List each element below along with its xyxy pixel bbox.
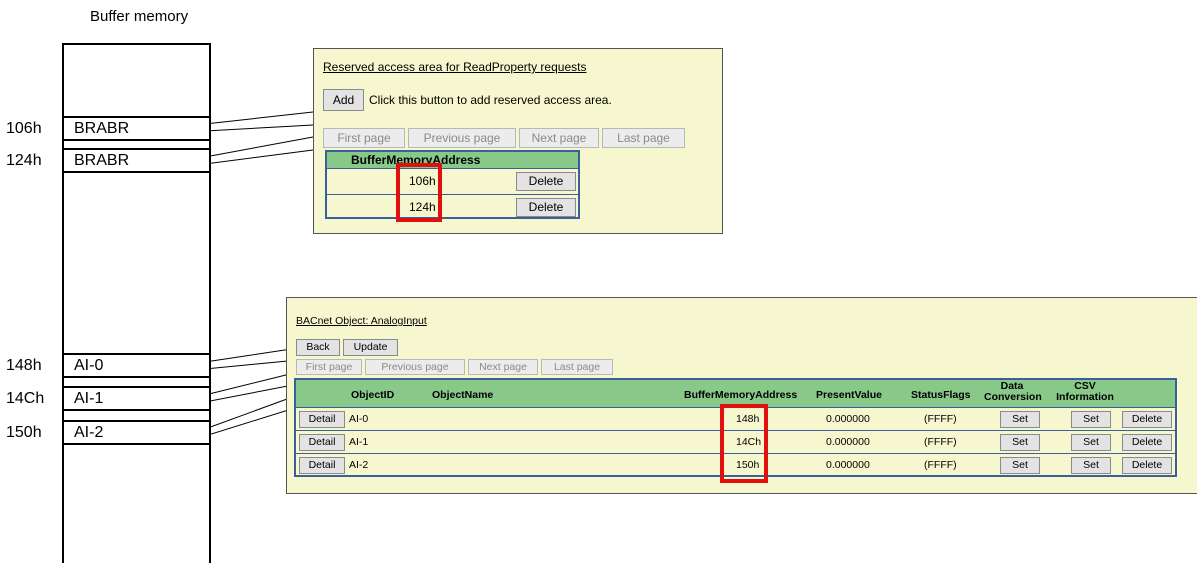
status-flags: (FFFF) (924, 436, 957, 448)
memory-address: 124h (6, 152, 42, 169)
delete-button[interactable]: Delete (1122, 434, 1172, 451)
last-page-button[interactable]: Last page (602, 128, 685, 148)
update-button[interactable]: Update (343, 339, 398, 356)
memory-cell: AI-0 (62, 353, 211, 378)
address-highlight (720, 404, 768, 483)
delete-button[interactable]: Delete (516, 198, 576, 217)
next-page-button[interactable]: Next page (519, 128, 599, 148)
callout-124h-b (192, 149, 314, 165)
memory-cell: AI-2 (62, 420, 211, 445)
memory-address: 148h (6, 357, 42, 374)
status-flags-header: StatusFlags (911, 389, 971, 401)
csv-set-button[interactable]: Set (1071, 457, 1111, 474)
memory-cell: AI-1 (62, 386, 211, 411)
reserved-address-table: BufferMemoryAddress 106h Delete 124h Del… (325, 150, 580, 219)
reserved-access-title[interactable]: Reserved access area for ReadProperty re… (323, 60, 586, 74)
object-id: AI-0 (349, 413, 369, 425)
reserved-access-panel: Reserved access area for ReadProperty re… (313, 48, 723, 234)
objectid-header: ObjectID (351, 389, 395, 401)
data-conversion-set-button[interactable]: Set (1000, 457, 1040, 474)
column-header: BufferMemoryAddress (327, 152, 578, 168)
csv-information-header: CSV Information (1056, 380, 1114, 403)
first-page-button[interactable]: First page (296, 359, 362, 375)
back-button[interactable]: Back (296, 339, 340, 356)
detail-button[interactable]: Detail (299, 411, 345, 428)
memory-address: 14Ch (6, 390, 45, 407)
memory-address: 106h (6, 120, 42, 137)
memory-cell: BRABR (62, 148, 211, 173)
data-conversion-header: Data Conversion (984, 380, 1042, 403)
previous-page-button[interactable]: Previous page (365, 359, 465, 375)
present-value: 0.000000 (826, 436, 870, 448)
table-row: 106h Delete (327, 168, 578, 194)
table-row: 124h Delete (327, 194, 578, 219)
csv-set-button[interactable]: Set (1071, 434, 1111, 451)
next-page-button[interactable]: Next page (468, 359, 538, 375)
analog-input-title[interactable]: BACnet Object: AnalogInput (296, 315, 427, 327)
delete-button[interactable]: Delete (516, 172, 576, 191)
buffer-memory-title: Buffer memory (90, 8, 189, 25)
delete-button[interactable]: Delete (1122, 457, 1172, 474)
memory-cell: BRABR (62, 116, 211, 141)
data-conversion-set-button[interactable]: Set (1000, 411, 1040, 428)
callout-106h (192, 111, 314, 128)
memory-address: 150h (6, 424, 42, 441)
callout-124h (192, 136, 314, 161)
data-conversion-set-button[interactable]: Set (1000, 434, 1040, 451)
object-id: AI-1 (349, 436, 369, 448)
delete-button[interactable]: Delete (1122, 411, 1172, 428)
status-flags: (FFFF) (924, 413, 957, 425)
column-header: ObjectID ObjectName BufferMemoryAddress … (296, 380, 1175, 407)
objectname-header: ObjectName (432, 389, 494, 401)
present-value-header: PresentValue (816, 389, 882, 401)
callout-106h-b (192, 124, 314, 132)
last-page-button[interactable]: Last page (541, 359, 613, 375)
first-page-button[interactable]: First page (323, 128, 405, 148)
present-value: 0.000000 (826, 413, 870, 425)
detail-button[interactable]: Detail (299, 457, 345, 474)
add-button[interactable]: Add (323, 89, 364, 111)
address-highlight (396, 163, 442, 222)
add-hint: Click this button to add reserved access… (369, 93, 612, 107)
object-id: AI-2 (349, 459, 369, 471)
present-value: 0.000000 (826, 459, 870, 471)
detail-button[interactable]: Detail (299, 434, 345, 451)
previous-page-button[interactable]: Previous page (408, 128, 516, 148)
csv-set-button[interactable]: Set (1071, 411, 1111, 428)
status-flags: (FFFF) (924, 459, 957, 471)
buffer-address-header: BufferMemoryAddress (684, 389, 798, 401)
